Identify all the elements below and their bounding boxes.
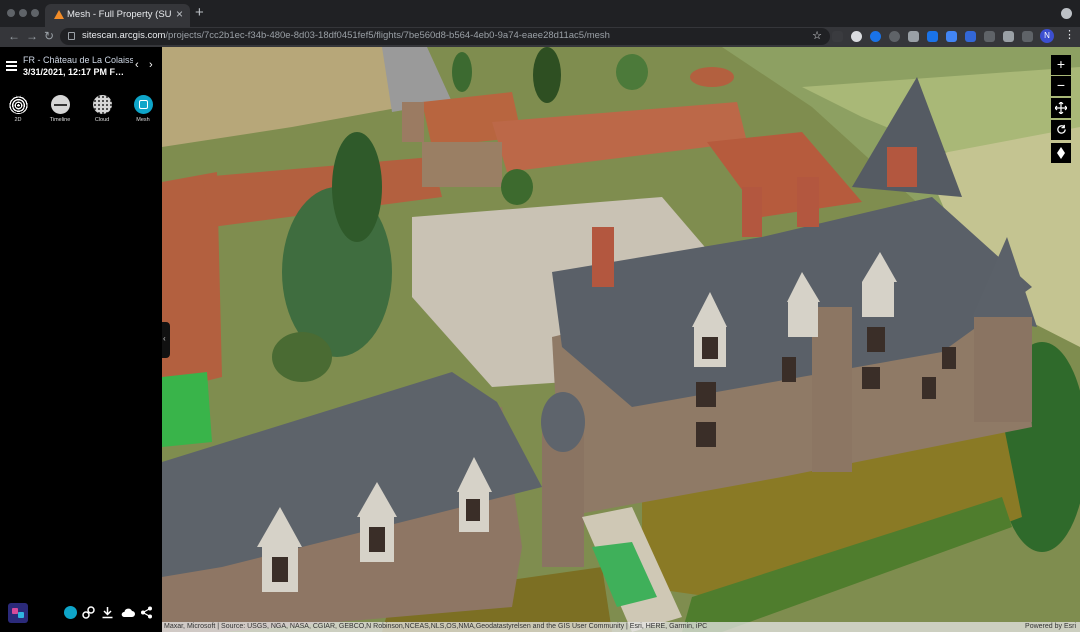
pan-arrows-icon [1054, 101, 1068, 115]
extension-icon[interactable] [965, 31, 976, 42]
tab-close-icon[interactable]: × [176, 7, 183, 21]
project-name[interactable]: FR - Château de La Colaiss… [23, 55, 133, 65]
attribution-sources: Maxar, Microsoft | Source: USGS, NGA, NA… [164, 623, 708, 630]
extension-icon[interactable] [927, 31, 938, 42]
tool-cloud[interactable]: Cloud [87, 95, 117, 123]
extension-icon[interactable] [946, 31, 957, 42]
zoom-out-button[interactable]: − [1051, 76, 1071, 96]
tool-label: 2D [14, 117, 22, 123]
tool-label: Timeline [49, 117, 71, 123]
tool-label: Cloud [94, 117, 110, 123]
tab-title: Mesh - Full Property (SURE Hi [67, 9, 171, 20]
window-close-button[interactable] [7, 9, 15, 17]
browser-menu-dot-icon[interactable] [1061, 8, 1072, 19]
address-bar[interactable]: sitescan.arcgis.com/projects/7cc2b1ec-f3… [60, 28, 830, 45]
extension-icon[interactable] [832, 31, 843, 42]
castle-mesh-scene [162, 47, 1080, 632]
window-zoom-button[interactable] [31, 9, 39, 17]
browser-menu-icon[interactable]: ⋮ [1064, 28, 1075, 41]
site-favicon-icon [54, 10, 64, 19]
back-button[interactable]: ← [8, 29, 20, 43]
sidebar: FR - Château de La Colaiss… 3/31/2021, 1… [0, 47, 162, 632]
extension-icon[interactable] [889, 31, 900, 42]
mesh-icon [133, 95, 153, 114]
address-url: sitescan.arcgis.com/projects/7cc2b1ec-f3… [82, 30, 610, 41]
reading-list-icon[interactable] [1022, 31, 1033, 42]
rotate-tool-button[interactable] [1051, 120, 1071, 140]
measure-tools-icon[interactable] [82, 606, 95, 619]
fingerprint-icon [8, 95, 28, 114]
extension-icon[interactable] [984, 31, 995, 42]
bookmark-star-icon[interactable]: ☆ [812, 29, 822, 42]
extension-icon[interactable] [870, 31, 881, 42]
compass-needle-icon [1057, 147, 1065, 159]
point-cloud-icon [92, 95, 112, 114]
extension-icon[interactable] [851, 31, 862, 42]
hamburger-menu-icon[interactable] [6, 61, 17, 73]
powered-by-esri[interactable]: Powered by Esri [1025, 623, 1076, 630]
timeline-icon [50, 95, 70, 114]
tool-2d[interactable]: 2D [3, 95, 33, 123]
reload-button[interactable]: ↻ [44, 29, 54, 43]
pan-tool-button[interactable] [1051, 98, 1071, 118]
download-icon[interactable] [101, 606, 114, 619]
sidebar-collapse-toggle[interactable]: ‹ [162, 322, 170, 358]
previous-flight-chevron-icon[interactable]: ‹ [135, 59, 139, 71]
browser-tab-active[interactable]: Mesh - Full Property (SURE Hi × [45, 4, 190, 27]
flight-selector[interactable]: 3/31/2021, 12:17 PM F… [23, 67, 133, 77]
rotate-icon [1056, 124, 1066, 134]
zoom-in-button[interactable]: + [1051, 55, 1071, 75]
cloud-upload-icon[interactable] [120, 606, 135, 619]
extensions-puzzle-icon[interactable] [1003, 31, 1014, 42]
browser-tab-bar: Mesh - Full Property (SURE Hi × + [0, 0, 1080, 27]
share-icon[interactable] [140, 606, 153, 619]
lock-icon [68, 32, 75, 40]
tool-timeline[interactable]: Timeline [45, 95, 75, 123]
window-minimize-button[interactable] [19, 9, 27, 17]
profile-avatar[interactable]: N [1040, 29, 1054, 43]
tool-mesh[interactable]: Mesh [128, 95, 158, 123]
mesh-3d-viewport[interactable] [162, 47, 1080, 632]
app-logo [8, 603, 28, 623]
next-flight-chevron-icon[interactable]: › [149, 59, 153, 71]
extension-icon[interactable] [908, 31, 919, 42]
map-attribution: Maxar, Microsoft | Source: USGS, NGA, NA… [162, 622, 1080, 632]
tool-label: Mesh [136, 117, 150, 123]
compass-button[interactable] [1051, 143, 1071, 163]
forward-button[interactable]: → [26, 29, 38, 43]
add-icon[interactable] [64, 606, 77, 619]
new-tab-button[interactable]: + [195, 4, 204, 21]
